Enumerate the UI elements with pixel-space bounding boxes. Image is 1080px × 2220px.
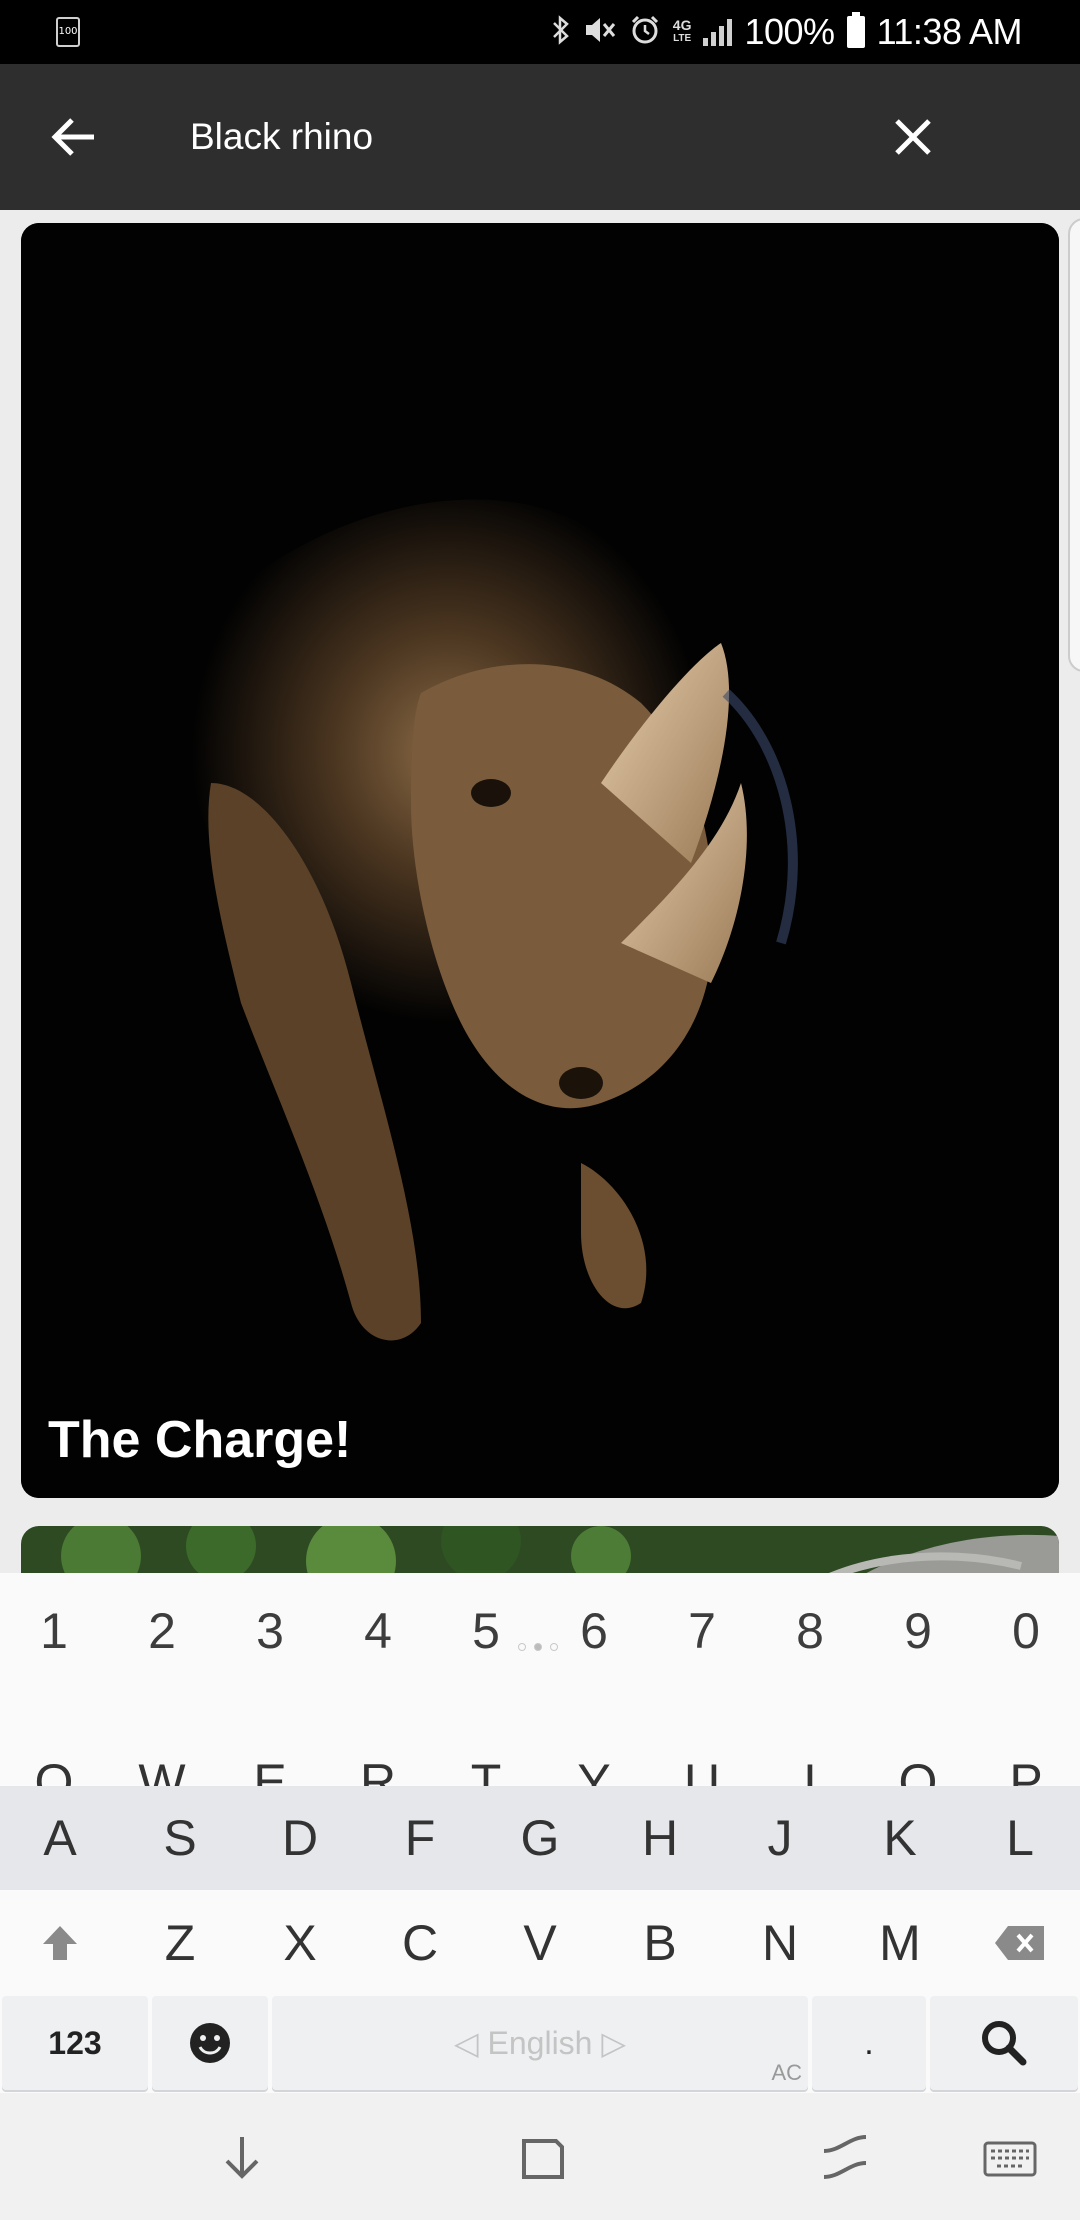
key-m[interactable]: M [840, 1890, 960, 1995]
result-card-2[interactable] [21, 1526, 1059, 1573]
key-5[interactable]: 5 [432, 1573, 540, 1689]
hide-keyboard-button[interactable] [207, 2123, 277, 2193]
clock: 11:38 AM [876, 11, 1023, 52]
key-d[interactable]: D [240, 1786, 360, 1890]
nav-back-button[interactable] [810, 2123, 880, 2193]
space-language-label: ◁ English ▷ [454, 2025, 626, 2061]
card-title: The Charge! [48, 1411, 352, 1469]
back-button[interactable] [42, 104, 108, 170]
key-z[interactable]: Z [120, 1890, 240, 1995]
key-8[interactable]: 8 [756, 1573, 864, 1689]
search-input[interactable] [190, 102, 840, 172]
lte-icon: 4G LTE [673, 18, 692, 46]
key-1[interactable]: 1 [0, 1573, 108, 1689]
shift-key[interactable] [0, 1890, 120, 1995]
symbols-key[interactable]: 123 [2, 1996, 148, 2090]
recents-button[interactable] [508, 2123, 578, 2193]
key-0[interactable]: 0 [972, 1573, 1080, 1689]
keyboard-page-indicator [518, 1643, 558, 1651]
key-3[interactable]: 3 [216, 1573, 324, 1689]
keyboard-bottom-row: 123 ◁ English ▷ AC . [0, 1990, 1080, 2093]
alarm-icon [629, 14, 661, 51]
keyboard-icon [983, 2141, 1037, 2177]
space-key[interactable]: ◁ English ▷ AC [272, 1996, 808, 2090]
network-type: 4G [672, 17, 692, 33]
key-s[interactable]: S [120, 1786, 240, 1890]
soft-keyboard: 1 2 3 4 5 6 7 8 9 0 Q W E R T Y U I O P … [0, 1573, 1080, 2093]
back-icon [823, 2135, 867, 2179]
key-n[interactable]: N [720, 1890, 840, 1995]
key-6[interactable]: 6 [540, 1573, 648, 1689]
bluetooth-icon [551, 14, 571, 51]
search-key[interactable] [930, 1996, 1078, 2090]
search-results[interactable]: The Charge! [0, 210, 1080, 1573]
zxcv-row: Z X C V B N M [0, 1890, 1080, 1995]
key-l[interactable]: L [960, 1786, 1080, 1890]
key-f[interactable]: F [360, 1786, 480, 1890]
key-b[interactable]: B [600, 1890, 720, 1995]
period-key[interactable]: . [812, 1996, 926, 2090]
key-g[interactable]: G [480, 1786, 600, 1890]
backspace-key[interactable] [960, 1890, 1080, 1995]
navigation-bar [0, 2093, 1080, 2220]
next-card-peek[interactable] [1068, 218, 1080, 672]
status-icons: 4G LTE 100% 11:38 AM [551, 0, 1023, 64]
key-c[interactable]: C [360, 1890, 480, 1995]
search-icon [982, 2021, 1027, 2066]
key-2[interactable]: 2 [108, 1573, 216, 1689]
shift-icon [43, 1925, 77, 1960]
key-x[interactable]: X [240, 1890, 360, 1995]
close-icon [895, 119, 931, 155]
emoji-icon [190, 2023, 230, 2063]
signal-icon [703, 18, 733, 46]
result-card[interactable]: The Charge! [21, 223, 1059, 1498]
asdf-row: A S D F G H J K L [0, 1786, 1080, 1890]
key-a[interactable]: A [0, 1786, 120, 1890]
key-4[interactable]: 4 [324, 1573, 432, 1689]
emoji-key[interactable] [152, 1996, 268, 2090]
foliage-photo [21, 1526, 1059, 1573]
backspace-icon [995, 1925, 1044, 1960]
rhino-photo [21, 223, 1059, 1498]
key-k[interactable]: K [840, 1786, 960, 1890]
key-j[interactable]: J [720, 1786, 840, 1890]
arrow-left-icon [51, 118, 94, 156]
mute-icon [583, 14, 617, 51]
key-h[interactable]: H [600, 1786, 720, 1890]
key-9[interactable]: 9 [864, 1573, 972, 1689]
network-subtype: LTE [673, 33, 692, 44]
battery-notification-icon: 100 [56, 17, 80, 47]
search-toolbar [0, 64, 1080, 210]
recents-icon [522, 2139, 564, 2179]
battery-icon [846, 12, 865, 48]
key-7[interactable]: 7 [648, 1573, 756, 1689]
number-row: 1 2 3 4 5 6 7 8 9 0 [0, 1573, 1080, 1689]
clear-search-button[interactable] [880, 104, 946, 170]
hide-keyboard-icon [225, 2137, 259, 2179]
ac-label: AC [771, 2060, 802, 2085]
battery-percent: 100% [744, 11, 835, 52]
status-bar: 100 4G LTE 100% 11:38 AM [0, 0, 1080, 64]
key-v[interactable]: V [480, 1890, 600, 1995]
keyboard-switch-button[interactable] [975, 2123, 1045, 2193]
